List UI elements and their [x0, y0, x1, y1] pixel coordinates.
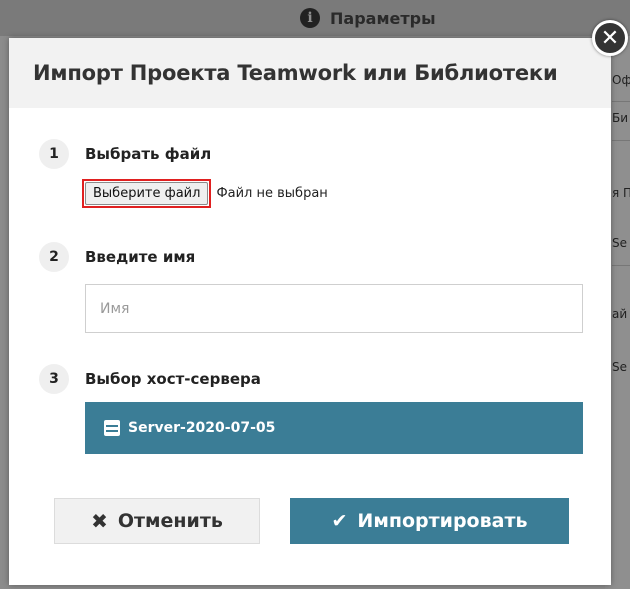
background-fragment: Se: [612, 236, 627, 250]
step-label: Введите имя: [85, 248, 196, 266]
background-divider: [612, 265, 630, 266]
import-label: Импортировать: [357, 510, 528, 532]
step-select-server: 3 Выбор хост-сервера: [39, 364, 261, 394]
cancel-label: Отменить: [117, 510, 223, 532]
background-divider: [612, 101, 630, 102]
background-parameters-label: Параметры: [330, 8, 436, 28]
background-fragment: Би: [612, 111, 629, 125]
step-number: 1: [39, 139, 69, 169]
cancel-button[interactable]: ✖ Отменить: [54, 498, 260, 544]
step-number: 2: [39, 242, 69, 272]
dialog-header: Импорт Проекта Teamwork или Библиотеки: [9, 38, 611, 108]
step-label: Выбор хост-сервера: [85, 370, 261, 388]
background-fragment: ай: [612, 307, 628, 321]
background-divider: [612, 140, 630, 141]
server-list-item[interactable]: Server-2020-07-05: [85, 402, 583, 454]
step-label: Выбрать файл: [85, 145, 212, 163]
name-input[interactable]: [85, 284, 583, 333]
server-icon: [104, 420, 120, 436]
checkmark-icon: ✔: [331, 510, 348, 532]
step-choose-file: 1 Выбрать файл: [39, 139, 211, 169]
dialog-title: Импорт Проекта Teamwork или Библиотеки: [33, 61, 558, 85]
step-number: 3: [39, 364, 69, 394]
info-icon: i: [300, 8, 320, 28]
x-icon: ✖: [91, 509, 108, 533]
step-enter-name: 2 Введите имя: [39, 242, 195, 272]
choose-file-button[interactable]: Выберите файл: [85, 182, 209, 205]
file-button-highlight: Выберите файл: [82, 179, 212, 208]
file-status: Файл не выбран: [216, 186, 328, 201]
import-button[interactable]: ✔ Импортировать: [290, 498, 569, 544]
file-picker: Выберите файл Файл не выбран: [82, 179, 328, 208]
background-parameters-header: i Параметры: [300, 8, 436, 28]
server-label: Server-2020-07-05: [128, 420, 276, 436]
import-dialog: Импорт Проекта Teamwork или Библиотеки 1…: [9, 38, 611, 585]
close-icon[interactable]: ✕: [592, 20, 628, 56]
background-fragment: я П: [612, 186, 630, 200]
background-fragment: Оф: [612, 73, 630, 87]
background-fragment: Se: [612, 360, 627, 374]
